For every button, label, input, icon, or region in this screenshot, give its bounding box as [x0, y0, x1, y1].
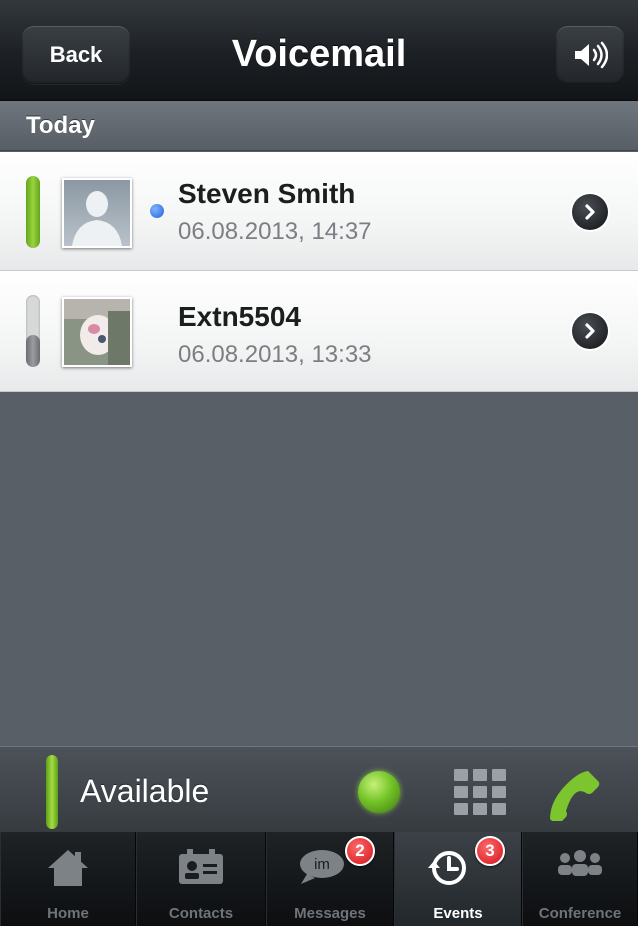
unread-indicator — [150, 204, 164, 218]
presence-indicator — [46, 755, 58, 829]
dialpad-icon[interactable] — [454, 769, 506, 815]
tab-contacts[interactable]: Contacts — [136, 832, 266, 926]
section-header-today: Today — [0, 101, 638, 151]
detail-disclosure-button[interactable] — [572, 194, 608, 230]
caller-name: Extn5504 — [178, 301, 301, 332]
tab-label: Conference — [538, 905, 622, 922]
caller-name: Steven Smith — [178, 178, 356, 209]
voicemail-datetime: 06.08.2013, 14:37 — [178, 218, 372, 245]
voicemail-row[interactable]: Steven Smith 06.08.2013, 14:37 — [0, 152, 638, 271]
voicemail-datetime: 06.08.2013, 13:33 — [178, 341, 372, 368]
presence-status-label[interactable]: Available — [80, 773, 209, 810]
svg-text:im: im — [315, 856, 331, 873]
tab-events[interactable]: 3 Events — [394, 832, 522, 926]
tab-messages[interactable]: im 2 Messages — [266, 832, 394, 926]
voicemail-row[interactable]: Extn5504 06.08.2013, 13:33 — [0, 271, 638, 392]
home-icon — [48, 850, 88, 886]
tab-label: Home — [47, 905, 89, 922]
tab-home[interactable]: Home — [0, 832, 136, 926]
avatar — [62, 297, 132, 367]
conference-icon — [558, 850, 602, 876]
chevron-right-icon — [585, 204, 595, 220]
page-title: Voicemail — [231, 33, 407, 75]
im-bubble-icon: im — [300, 850, 345, 884]
tab-conference[interactable]: Conference — [522, 832, 638, 926]
unread-badge: 2 — [345, 836, 375, 866]
tab-bar: Home Contacts im 2 Messages 3 Events Con… — [0, 832, 638, 926]
avatar — [62, 178, 132, 248]
back-button[interactable]: Back — [22, 26, 130, 84]
default-person-avatar-icon — [72, 191, 122, 246]
unread-badge: 3 — [475, 836, 505, 866]
tab-label: Contacts — [168, 905, 234, 922]
phone-call-icon[interactable] — [548, 767, 602, 821]
photo-avatar-icon — [64, 299, 130, 365]
chevron-right-icon — [585, 323, 595, 339]
tab-label: Messages — [294, 905, 366, 922]
detail-disclosure-button[interactable] — [572, 313, 608, 349]
history-clock-icon — [427, 851, 466, 885]
presence-orb-button[interactable] — [358, 771, 400, 813]
tab-label: Events — [433, 905, 483, 922]
speaker-volume-icon — [575, 41, 608, 69]
speaker-button[interactable] — [556, 26, 624, 84]
contacts-icon — [179, 849, 223, 884]
navigation-bar: Back Voicemail — [0, 0, 638, 101]
message-status-indicator — [26, 295, 40, 367]
presence-status-bar: Available — [0, 746, 638, 833]
message-status-indicator — [26, 176, 40, 248]
